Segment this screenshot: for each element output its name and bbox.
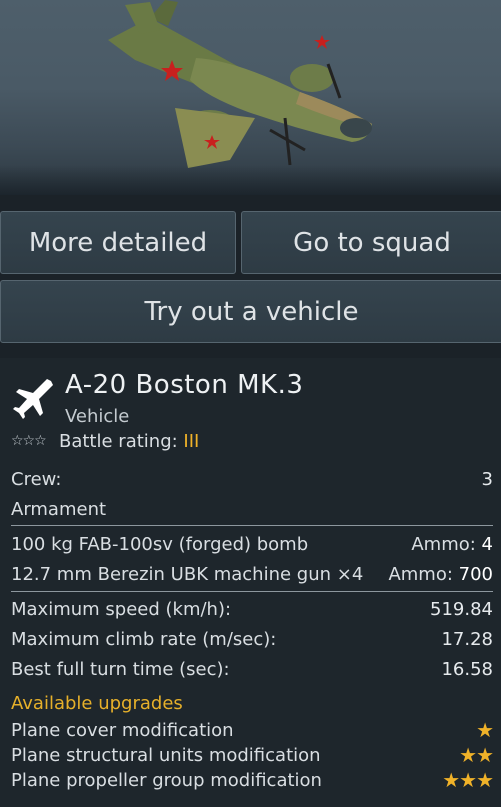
weapon-ammo: Ammo: 4 [411,534,493,555]
bomber-plane-icon [13,379,53,419]
ammo-label: Ammo: [411,533,476,555]
upgrade-row: Plane propeller group modification ★★★ [11,768,494,792]
weapon-name: 100 kg FAB-100sv (forged) bomb [11,533,309,555]
ammo-label: Ammo: [388,563,453,585]
upgrade-stars-icon: ★★★ [442,768,494,792]
stat-value: 16.58 [441,658,493,680]
divider [11,591,493,592]
upgrade-stars-icon: ★★ [459,743,494,767]
stat-label: Maximum climb rate (m/sec): [11,628,277,650]
battle-rating-value: III [183,431,200,452]
stat-value: 17.28 [441,628,493,650]
crew-row: Crew: 3 [11,467,493,491]
crew-label: Crew: [11,468,62,490]
climb-rate-row: Maximum climb rate (m/sec): 17.28 [11,627,493,651]
weapon-ammo: Ammo: 700 [388,564,493,585]
ammo-value: 700 [458,563,493,585]
divider [11,525,493,526]
stat-label: Best full turn time (sec): [11,658,230,680]
upgrade-label: Plane propeller group modification [11,769,322,791]
ammo-value: 4 [481,533,493,555]
more-detailed-label: More detailed [28,227,208,258]
vehicle-render [0,0,501,195]
weapon-name: 12.7 mm Berezin UBK machine gun ×4 [11,563,364,585]
stat-label: Maximum speed (km/h): [11,598,232,620]
upgrade-stars-icon: ★ [476,718,494,742]
rank-stars-icon: ☆☆☆ [11,433,47,449]
turn-time-row: Best full turn time (sec): 16.58 [11,657,493,681]
crew-value: 3 [481,468,493,490]
armament-label: Armament [11,498,107,520]
try-out-vehicle-button[interactable]: Try out a vehicle [0,280,501,343]
armament-header: Armament [11,497,493,521]
go-to-squad-label: Go to squad [293,227,451,258]
weapon-row: 12.7 mm Berezin UBK machine gun ×4 Ammo:… [11,562,493,586]
battle-rating-label: Battle rating: [59,431,178,452]
vehicle-name: A-20 Boston MK.3 [65,370,304,400]
upgrade-label: Plane cover modification [11,719,234,741]
upgrade-row: Plane cover modification ★ [11,718,494,742]
stat-value: 519.84 [430,598,493,620]
upgrades-title: Available upgrades [11,693,183,714]
weapon-row: 100 kg FAB-100sv (forged) bomb Ammo: 4 [11,532,493,556]
go-to-squad-button[interactable]: Go to squad [241,211,501,274]
vehicle-type: Vehicle [65,406,130,427]
upgrade-label: Plane structural units modification [11,744,321,766]
upgrade-row: Plane structural units modification ★★ [11,743,494,767]
try-out-vehicle-label: Try out a vehicle [144,296,359,327]
max-speed-row: Maximum speed (km/h): 519.84 [11,597,493,621]
more-detailed-button[interactable]: More detailed [0,211,236,274]
battle-rating: Battle rating: III [59,431,199,452]
